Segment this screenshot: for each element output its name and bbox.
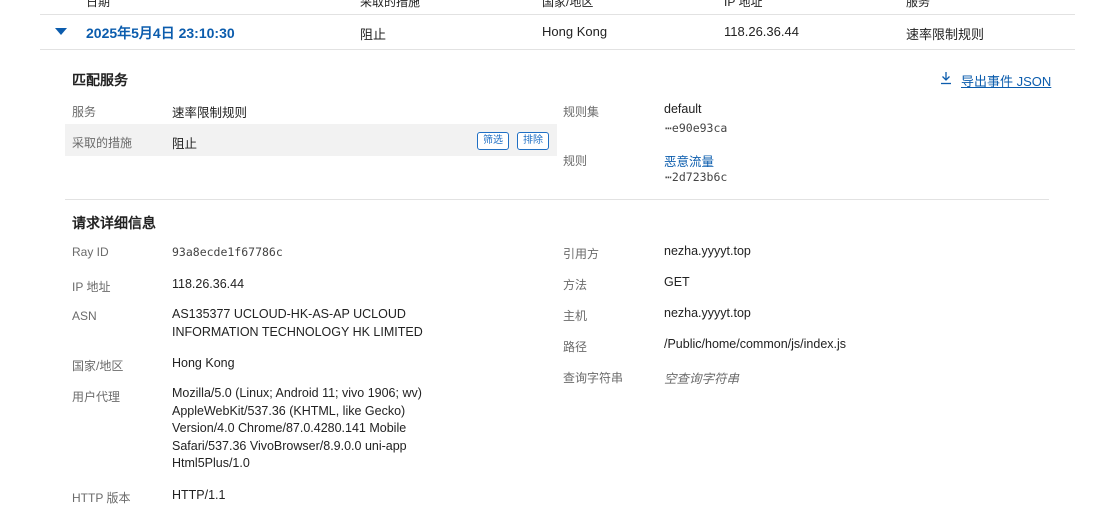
host-label: 主机 — [563, 309, 588, 323]
section-divider — [65, 199, 1049, 200]
referer-value: nezha.yyyyt.top — [664, 244, 751, 258]
rayid-value: 93a8ecde1f67786c — [172, 245, 283, 259]
ip-label: IP 地址 — [72, 280, 111, 294]
matched-service-title: 匹配服务 — [72, 72, 128, 88]
header-divider — [40, 14, 1075, 15]
country-value: Hong Kong — [172, 356, 235, 370]
download-icon[interactable] — [940, 71, 952, 85]
ruleset-id[interactable]: ⋯e90e93ca — [665, 121, 727, 135]
method-label: 方法 — [563, 278, 588, 292]
referer-label: 引用方 — [563, 247, 600, 261]
ruleset-value: default — [664, 102, 702, 116]
asn-label: ASN — [72, 309, 97, 323]
event-date[interactable]: 2025年5月4日 23:10:30 — [86, 23, 235, 43]
column-header-country[interactable]: 国家/地区 — [542, 0, 593, 10]
rule-link[interactable]: 恶意流量 — [664, 151, 714, 170]
filter-button[interactable]: 筛选 — [477, 132, 509, 150]
http-version-label: HTTP 版本 — [72, 491, 131, 505]
event-service: 速率限制规则 — [906, 27, 985, 42]
action-label: 采取的措施 — [72, 136, 133, 150]
column-header-ip[interactable]: IP 地址 — [724, 0, 762, 10]
user-agent-label: 用户代理 — [72, 390, 121, 404]
ip-value: 118.26.36.44 — [172, 277, 245, 291]
event-ip: 118.26.36.44 — [724, 24, 799, 39]
service-value: 速率限制规则 — [172, 106, 248, 120]
method-value: GET — [664, 275, 690, 289]
country-label: 国家/地区 — [72, 359, 124, 373]
request-details-title: 请求详细信息 — [72, 215, 156, 231]
column-header-action[interactable]: 采取的措施 — [360, 0, 420, 10]
collapse-caret-icon[interactable] — [55, 28, 67, 35]
asn-value: AS135377 UCLOUD-HK-AS-AP UCLOUD INFORMAT… — [172, 307, 423, 339]
event-country: Hong Kong — [542, 24, 608, 39]
action-value: 阻止 — [172, 137, 198, 151]
user-agent-value: Mozilla/5.0 (Linux; Android 11; vivo 190… — [172, 386, 422, 470]
column-header-date[interactable]: 日期 — [86, 0, 110, 10]
service-label: 服务 — [72, 105, 97, 119]
export-json-link[interactable]: 导出事件 JSON — [961, 71, 1051, 90]
rule-id[interactable]: ⋯2d723b6c — [665, 170, 727, 184]
event-action: 阻止 — [360, 27, 387, 42]
column-header-service[interactable]: 服务 — [906, 0, 930, 10]
ruleset-label: 规则集 — [563, 105, 600, 119]
row-divider — [40, 49, 1075, 50]
path-label: 路径 — [563, 340, 588, 354]
host-value: nezha.yyyyt.top — [664, 306, 751, 320]
exclude-button[interactable]: 排除 — [517, 132, 549, 150]
path-value: /Public/home/common/js/index.js — [664, 337, 847, 351]
rayid-label: Ray ID — [72, 245, 109, 259]
query-string-value: 空查询字符串 — [664, 372, 740, 386]
http-version-value: HTTP/1.1 — [172, 488, 226, 502]
query-string-label: 查询字符串 — [563, 371, 624, 385]
rule-label: 规则 — [563, 154, 588, 168]
